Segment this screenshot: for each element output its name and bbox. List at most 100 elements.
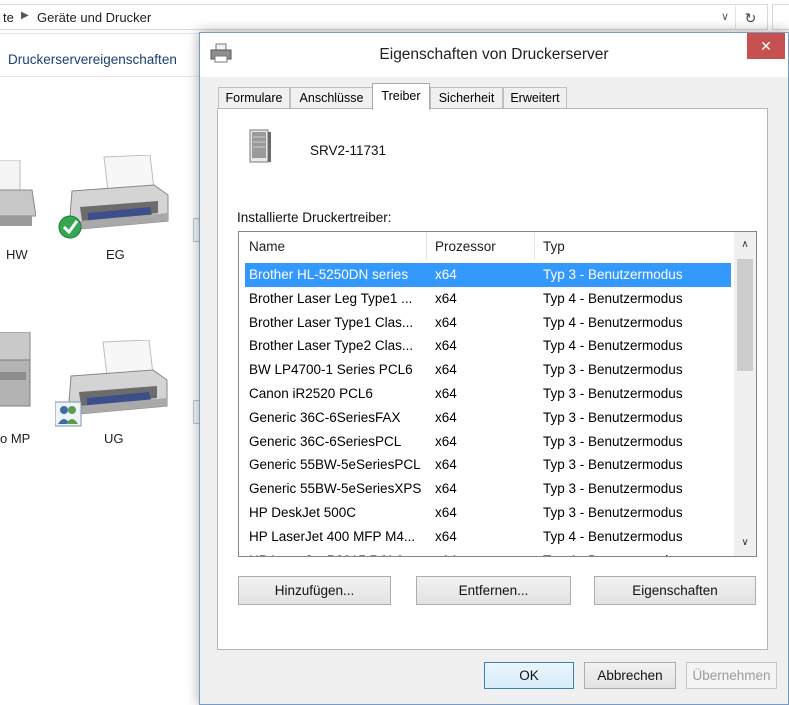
table-row[interactable]: Brother Laser Type1 Clas... x64 Typ 4 - Be… xyxy=(245,311,731,335)
breadcrumb-current[interactable]: Geräte und Drucker xyxy=(37,10,151,25)
cell-name: Brother Laser Type1 Clas... xyxy=(249,314,414,330)
cell-processor: x64 xyxy=(435,290,457,306)
cell-processor: x64 xyxy=(435,314,457,330)
cell-type: Typ 3 - Benutzermodus xyxy=(543,386,683,401)
cell-name: HP DeskJet 500C xyxy=(249,505,357,520)
dialog-title: Eigenschaften von Druckerserver xyxy=(379,46,609,63)
tab-erweitert[interactable]: Erweitert xyxy=(503,87,567,109)
cell-name: Generic 36C-6SeriesPCL xyxy=(249,433,402,449)
cell-type: Typ 3 - Benutzermodus xyxy=(543,433,683,449)
cell-name: BW LP4700-1 Series PCL6 xyxy=(249,362,413,378)
command-bar-divider xyxy=(0,76,210,77)
column-separator[interactable] xyxy=(426,232,427,260)
cell-name: HP LaserJet 400 MFP M4... xyxy=(249,528,416,544)
table-row[interactable]: Brother HL-5250DN series x64 Typ 3 - Benut… xyxy=(245,263,731,287)
add-driver-button[interactable]: Hinzufügen... xyxy=(238,576,391,605)
chevron-down-icon[interactable]: ∨ xyxy=(717,10,733,26)
cell-type: Typ 3 - Benutzermodus xyxy=(543,362,683,378)
cell-processor: x64 xyxy=(435,481,457,497)
device-label-eg[interactable]: EG xyxy=(106,247,125,262)
cell-name: Canon iR2520 PCL6 xyxy=(249,386,373,401)
cell-processor: x64 xyxy=(435,362,457,378)
table-row[interactable]: Generic 36C-6SeriesPCL x64 Typ 3 - Benutze… xyxy=(245,430,731,454)
cell-type: Typ 3 - Benutzermodus xyxy=(543,505,683,520)
title-bar[interactable]: Eigenschaften von Druckerserver ✕ xyxy=(200,33,788,77)
tab-panel-treiber: SRV2-11731 Installierte Druckertreiber: … xyxy=(217,108,768,650)
cell-type: Typ 4 - Benutzermodus xyxy=(543,528,683,544)
tab-sicherheit[interactable]: Sicherheit xyxy=(430,87,503,109)
cell-name: Brother Laser Leg Type1 ... xyxy=(249,290,413,306)
cell-type: Typ 3 - Benutzermodus xyxy=(543,457,683,473)
cell-type: Typ 4 - Benutzermodus xyxy=(543,290,683,306)
table-row[interactable]: Brother Laser Type2 Clas... x64 Typ 4 - Be… xyxy=(245,334,731,358)
table-row[interactable]: Canon iR2520 PCL6 x64 Typ 3 - Benutzermodu… xyxy=(245,382,731,406)
driver-list[interactable]: Name Prozessor Typ Brother HL-5250DN ser… xyxy=(238,231,757,557)
tab-anschluesse[interactable]: Anschlüsse xyxy=(290,87,373,109)
driver-properties-button[interactable]: Eigenschaften xyxy=(594,576,756,605)
table-row[interactable]: Generic 36C-6SeriesFAX x64 Typ 3 - Benutze… xyxy=(245,406,731,430)
cell-processor: x64 xyxy=(435,505,457,520)
remove-driver-button[interactable]: Entfernen... xyxy=(416,576,571,605)
table-row[interactable]: HP LaserJet 400 MFP M4... x64 Typ 4 - Benu… xyxy=(245,525,731,549)
column-header-type[interactable]: Typ xyxy=(543,239,565,254)
cell-name: Generic 55BW-5eSeriesXPS xyxy=(249,481,422,497)
command-bar: Druckerservereigenschaften xyxy=(0,42,210,76)
printer-ug-icon[interactable] xyxy=(55,340,170,428)
printer-server-properties-dialog: Eigenschaften von Druckerserver ✕ Formul… xyxy=(199,32,789,705)
table-row[interactable]: Generic 55BW-5eSeriesXPS x64 Typ 3 - Benut… xyxy=(245,477,731,501)
address-bar: te ▶ Geräte und Drucker ∨ ↻ xyxy=(0,0,789,34)
device-label-hw[interactable]: HW xyxy=(6,247,28,262)
cell-type: Typ 4 - Benutzermodus xyxy=(543,338,683,354)
breadcrumb-parent[interactable]: te xyxy=(3,10,14,25)
cell-processor: x64 xyxy=(435,409,457,425)
list-header: Name Prozessor Typ xyxy=(239,232,734,262)
device-label-ug[interactable]: UG xyxy=(104,431,124,446)
cell-name: HP LaserJet P3015 PCL6 xyxy=(249,553,403,556)
close-icon: ✕ xyxy=(760,38,772,54)
close-button[interactable]: ✕ xyxy=(747,33,785,59)
table-row[interactable]: Brother Laser Leg Type1 ... x64 Typ 4 - Be… xyxy=(245,287,731,311)
ok-button[interactable]: OK xyxy=(484,662,574,689)
tab-treiber[interactable]: Treiber xyxy=(372,83,430,110)
cell-type: Typ 3 - Benutzermodus xyxy=(543,481,683,497)
table-row[interactable]: HP DeskJet 500C x64 Typ 3 - Benutzermodus xyxy=(245,501,731,525)
chevron-up-icon[interactable]: ∧ xyxy=(734,234,756,256)
cell-name: Brother Laser Type2 Clas... xyxy=(249,338,414,354)
column-header-processor[interactable]: Prozessor xyxy=(435,239,496,254)
column-separator[interactable] xyxy=(534,232,535,260)
cell-type: Typ 3 - Benutzermodus xyxy=(543,409,683,425)
cancel-button[interactable]: Abbrechen xyxy=(584,662,676,689)
cell-processor: x64 xyxy=(435,267,457,282)
cell-processor: x64 xyxy=(435,457,457,473)
refresh-icon[interactable]: ↻ xyxy=(735,6,765,30)
server-name: SRV2-11731 xyxy=(310,143,387,158)
cell-name: Brother HL-5250DN series xyxy=(249,267,409,282)
table-row[interactable]: HP LaserJet P3015 PCL6 x64 Typ 4 - Benutze… xyxy=(245,549,731,556)
cell-processor: x64 xyxy=(435,433,457,449)
device-label-mp[interactable]: o MP xyxy=(0,431,30,446)
cell-processor: x64 xyxy=(435,553,457,556)
column-header-name[interactable]: Name xyxy=(249,239,285,254)
printer-server-properties-command[interactable]: Druckerservereigenschaften xyxy=(8,52,177,67)
multifunction-printer-icon[interactable] xyxy=(0,332,32,414)
server-icon xyxy=(249,129,271,163)
cell-type: Typ 4 - Benutzermodus xyxy=(543,314,683,330)
cell-name: Generic 55BW-5eSeriesPCL xyxy=(249,457,421,473)
cell-type: Typ 3 - Benutzermodus xyxy=(543,267,683,282)
tab-formulare[interactable]: Formulare xyxy=(218,87,290,109)
printer-eg-icon[interactable] xyxy=(58,155,170,241)
cell-processor: x64 xyxy=(435,338,457,354)
cell-processor: x64 xyxy=(435,528,457,544)
chevron-down-icon[interactable]: ∨ xyxy=(734,532,756,554)
address-box[interactable]: te ▶ Geräte und Drucker ∨ ↻ xyxy=(0,4,768,30)
table-row[interactable]: BW LP4700-1 Series PCL6 x64 Typ 3 - Benutz… xyxy=(245,358,731,382)
search-box[interactable] xyxy=(772,4,789,30)
vertical-scrollbar[interactable]: ∧ ∨ xyxy=(734,232,756,556)
cell-processor: x64 xyxy=(435,386,457,401)
installed-drivers-label: Installierte Druckertreiber: xyxy=(237,210,392,225)
scrollbar-thumb[interactable] xyxy=(737,259,753,371)
apply-button[interactable]: Übernehmen xyxy=(686,662,777,689)
printer-icon[interactable] xyxy=(0,160,36,232)
table-row[interactable]: Generic 55BW-5eSeriesPCL x64 Typ 3 - Benut… xyxy=(245,453,731,477)
breadcrumb-separator-icon[interactable]: ▶ xyxy=(21,10,29,21)
